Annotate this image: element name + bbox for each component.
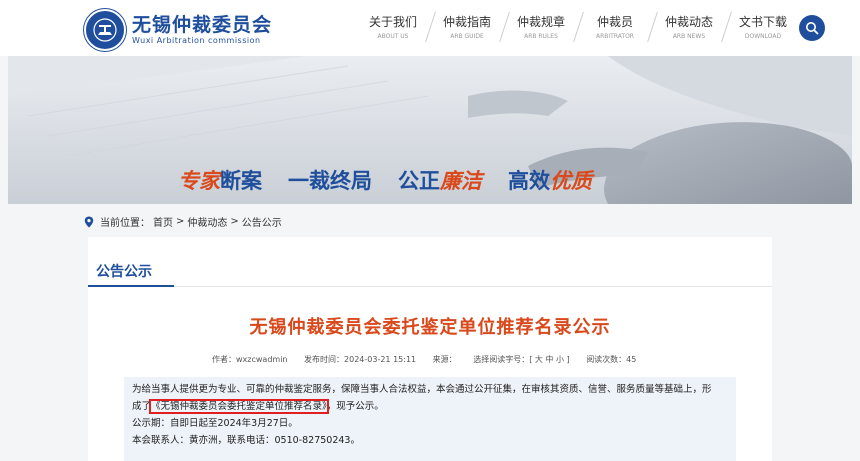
search-icon: [806, 22, 819, 35]
slogan-part-b: 断案: [220, 169, 262, 193]
nav-item-arbitrator[interactable]: 仲裁员 ARBITRATOR: [578, 14, 652, 42]
nav-label: 仲裁动态: [664, 15, 713, 29]
nav-sublabel: ARB NEWS: [672, 33, 706, 40]
article-paragraph: 为给当事人提供更为专业、可靠的仲裁鉴定服务，保障当事人合法权益，本会通过公开征集…: [132, 384, 712, 395]
nav-sublabel: ARB RULES: [524, 33, 558, 40]
site-header: 无锡仲裁委员会 Wuxi Arbitration commission 关于我们…: [0, 0, 860, 56]
article-source: 来源：: [432, 355, 457, 364]
nav-sublabel: ARB GUIDE: [450, 33, 484, 40]
nav-sublabel: ABOUT US: [377, 33, 409, 40]
breadcrumb-separator: >: [230, 216, 239, 227]
location-pin-icon: [84, 216, 94, 227]
article-paragraph: 成了《无锡仲裁委员会委托鉴定单位推荐名录》，现予公示。: [132, 398, 728, 415]
search-button[interactable]: [799, 15, 825, 41]
article-paragraph: 公示期：自即日起至2024年3月27日。: [132, 418, 298, 429]
article-meta: 作者：wxzcwadmin 发布时间：2024-03-21 15:11 来源： …: [212, 354, 650, 365]
main-nav: 关于我们 ABOUT US 仲裁指南 ARB GUIDE 仲裁规章 ARB RU…: [356, 12, 800, 42]
nav-item-guide[interactable]: 仲裁指南 ARB GUIDE: [430, 14, 504, 42]
nav-item-news[interactable]: 仲裁动态 ARB NEWS: [652, 14, 726, 42]
slogan-part-b: 廉洁: [440, 168, 482, 193]
slogan-part-b: 优质: [550, 168, 592, 193]
paragraph-text: ，现予公示。: [326, 401, 384, 412]
nav-label: 仲裁规章: [516, 15, 565, 29]
nav-sublabel: ARBITRATOR: [596, 33, 634, 40]
breadcrumb-prefix: 当前位置：: [100, 218, 150, 229]
breadcrumb: 当前位置： 首页 > 仲裁动态 > 公告公示: [84, 214, 285, 229]
banner-slogan: 专家 断案 一裁终局 公正 廉洁 高效 优质: [178, 160, 592, 200]
nav-label: 文书下载: [738, 15, 787, 29]
section-title: 公告公示: [96, 264, 152, 280]
breadcrumb-separator: >: [176, 216, 185, 227]
font-size-selector[interactable]: 选择阅读字号：[ 大 中 小 ]: [473, 355, 569, 364]
breadcrumb-home[interactable]: 首页: [153, 214, 173, 229]
nav-label: 关于我们: [368, 15, 417, 29]
article-views: 阅读次数：45: [586, 355, 637, 364]
slogan-part-a: 公正: [398, 169, 440, 193]
site-name-cn: 无锡仲裁委员会: [132, 14, 273, 36]
site-logo[interactable]: 无锡仲裁委员会 Wuxi Arbitration commission: [84, 9, 272, 51]
paragraph-text: 成了: [132, 401, 152, 412]
nav-item-rules[interactable]: 仲裁规章 ARB RULES: [504, 14, 578, 42]
article-publish-time: 发布时间：2024-03-21 15:11: [304, 355, 417, 364]
nav-item-about[interactable]: 关于我们 ABOUT US: [356, 14, 430, 42]
content-panel: 公告公示 无锡仲裁委员会委托鉴定单位推荐名录公示 作者：wxzcwadmin 发…: [88, 237, 772, 461]
article-title: 无锡仲裁委员会委托鉴定单位推荐名录公示: [249, 317, 611, 338]
recommended-list-link[interactable]: 《无锡仲裁委员会委托鉴定单位推荐名录》: [149, 399, 329, 414]
slogan-part-a: 高效: [508, 169, 550, 193]
section-title-underline: [88, 285, 174, 287]
slogan-part-a: 专家: [178, 168, 220, 193]
article-body: 为给当事人提供更为专业、可靠的仲裁鉴定服务，保障当事人合法权益，本会通过公开征集…: [124, 377, 736, 461]
article-paragraph: 本会联系人：黄亦洲，联系电话：0510-82750243。: [132, 435, 360, 446]
article-author: 作者：wxzcwadmin: [212, 355, 288, 364]
nav-sublabel: DOWNLOAD: [744, 33, 782, 40]
nav-item-download[interactable]: 文书下载 DOWNLOAD: [726, 14, 800, 42]
site-name-en: Wuxi Arbitration commission: [132, 36, 261, 45]
hero-banner: 专家 断案 一裁终局 公正 廉洁 高效 优质: [8, 56, 852, 204]
nav-label: 仲裁指南: [442, 15, 491, 29]
section-divider: [88, 286, 772, 287]
breadcrumb-news[interactable]: 仲裁动态: [187, 214, 227, 229]
nav-label: 仲裁员: [596, 15, 633, 29]
slogan-part-a: 一裁终局: [288, 169, 372, 193]
logo-emblem-icon: [84, 9, 126, 51]
breadcrumb-current[interactable]: 公告公示: [242, 214, 282, 229]
